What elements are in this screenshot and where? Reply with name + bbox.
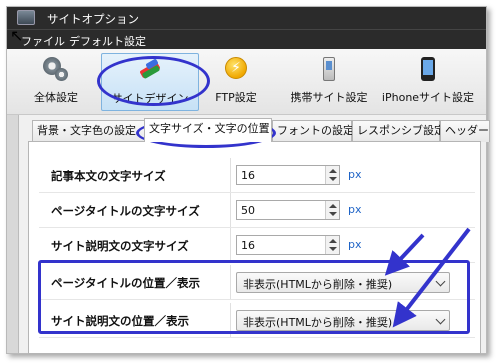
general-settings-button[interactable]: 全体設定 — [25, 53, 87, 111]
spinner-arrows-icon[interactable] — [325, 201, 339, 219]
title-bar: サイトオプション — [7, 7, 486, 29]
site-desc-size-label: サイト説明文の文字サイズ — [51, 239, 189, 253]
gear-icon — [43, 57, 69, 81]
window-title: サイトオプション — [47, 12, 139, 26]
annotation-rect-position-rows — [38, 260, 470, 334]
spinner-arrows-icon[interactable] — [325, 166, 339, 184]
iphone-icon — [421, 57, 435, 81]
left-scroll-strip — [7, 115, 19, 353]
tab-background-text-color[interactable]: 背景・文字色の設定 — [32, 120, 146, 142]
body-font-size-unit: px — [348, 168, 362, 181]
page-title-size-unit: px — [348, 203, 362, 216]
tab-header[interactable]: ヘッダー — [440, 120, 490, 142]
site-desc-size-spinner[interactable]: 16 — [236, 235, 340, 255]
ftp-settings-button[interactable]: ⚡ FTP設定 — [205, 53, 267, 111]
annotation-ellipse-site-design — [97, 56, 210, 106]
body-font-size-spinner[interactable]: 16 — [236, 165, 340, 185]
iphone-site-settings-button[interactable]: iPhoneサイト設定 — [379, 53, 477, 111]
tab-responsive-settings[interactable]: レスポンシブ設定 — [352, 120, 445, 142]
site-desc-size-value: 16 — [241, 239, 255, 252]
settings-row: サイト説明文の文字サイズ 16 px — [39, 228, 475, 263]
mobile-site-settings-button[interactable]: 携帯サイト設定 — [281, 53, 377, 111]
menu-bar: ファイル デフォルト設定 — [7, 29, 486, 49]
settings-row: 記事本文の文字サイズ 16 px — [39, 158, 475, 193]
spinner-arrows-icon[interactable] — [325, 236, 339, 254]
cursor-icon: ↖ — [10, 26, 24, 45]
body-font-size-label: 記事本文の文字サイズ — [51, 169, 166, 183]
page-title-size-spinner[interactable]: 50 — [236, 200, 340, 220]
general-settings-label: 全体設定 — [34, 91, 78, 104]
mobile-phone-icon — [323, 57, 335, 81]
site-desc-size-unit: px — [348, 238, 362, 251]
toolbar: 全体設定 サイトデザイン ⚡ FTP設定 携帯サイト設定 iPhoneサイト設定 — [7, 49, 486, 115]
tab-font-settings[interactable]: フォントの設定 — [272, 120, 354, 142]
iphone-site-settings-label: iPhoneサイト設定 — [381, 91, 475, 104]
settings-tabs: 背景・文字色の設定 文字サイズ・文字の位置 フォントの設定 レスポンシブ設定 ヘ… — [20, 118, 490, 142]
menu-file[interactable]: ファイル — [21, 33, 65, 49]
body-font-size-value: 16 — [241, 169, 255, 182]
mobile-site-settings-label: 携帯サイト設定 — [290, 91, 368, 104]
tab-text-size-position[interactable]: 文字サイズ・文字の位置 — [144, 118, 272, 142]
page-title-size-value: 50 — [241, 204, 255, 217]
app-icon — [17, 10, 35, 25]
ftp-bolt-icon: ⚡ — [225, 57, 247, 79]
menu-default-settings[interactable]: デフォルト設定 — [69, 33, 146, 49]
ftp-settings-label: FTP設定 — [215, 91, 257, 104]
settings-row: ページタイトルの文字サイズ 50 px — [39, 193, 475, 228]
page-title-size-label: ページタイトルの文字サイズ — [51, 204, 200, 218]
